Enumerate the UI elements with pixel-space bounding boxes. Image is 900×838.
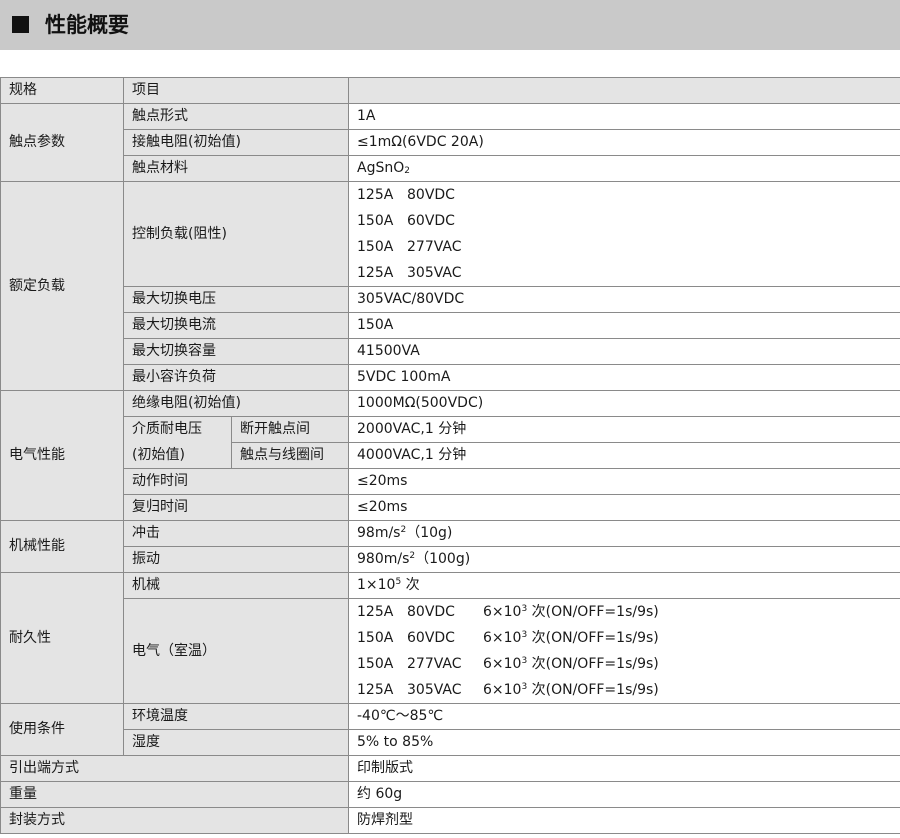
group-contact: 触点参数 xyxy=(0,103,124,182)
table-row: 额定负载 控制负载(阻性) 125A 80VDC 150A 60VDC 150A 27… xyxy=(0,181,900,391)
row-sublabel: 触点与线圈间 xyxy=(231,442,349,469)
row-label: 湿度 xyxy=(123,729,349,756)
row-value: 305VAC/80VDC xyxy=(348,286,900,313)
row-value: 4000VAC,1 分钟 xyxy=(348,442,900,469)
row-value: 5VDC 100mA xyxy=(348,364,900,391)
row-value: 980m/s2（100g) xyxy=(348,546,900,573)
table-row: 使用条件 环境温度 -40℃～85℃ xyxy=(0,703,900,756)
row-label: 复归时间 xyxy=(123,494,349,521)
group-rated-load: 额定负载 xyxy=(0,181,124,391)
table-row: 振动 980m/s2（100g) xyxy=(1,546,900,573)
row-value: 1000MΩ(500VDC) xyxy=(348,390,900,417)
row-label: 冲击 xyxy=(123,520,349,547)
row-value: 2000VAC,1 分钟 xyxy=(348,416,900,443)
row-label: 封装方式 xyxy=(0,807,349,834)
row-label: 最大切换电压 xyxy=(123,286,349,313)
row-value: 防焊剂型 xyxy=(348,807,900,834)
row-value: 约 60g xyxy=(348,781,900,808)
row-value: 1×105 次 xyxy=(348,572,900,599)
row-label: 机械 xyxy=(123,572,349,599)
table-row: 介质耐电压 断开触点间 2000VAC,1 分钟 xyxy=(1,416,900,443)
row-label: 环境温度 xyxy=(123,703,349,730)
row-label: 最小容许负荷 xyxy=(123,364,349,391)
group-conditions: 使用条件 xyxy=(0,703,124,756)
table-row: 电气性能 绝缘电阻(初始值) 1000MΩ(500VDC) xyxy=(0,390,900,521)
row-label: 电气（室温） xyxy=(123,598,349,704)
row-label: 最大切换电流 xyxy=(123,312,349,339)
value-line: 125A 305VAC xyxy=(357,265,462,281)
row-value: ≤1mΩ(6VDC 20A) xyxy=(348,129,900,156)
row-label: 触点材料 xyxy=(123,155,349,182)
table-row: 最大切换容量 41500VA xyxy=(1,338,900,365)
table-row: 重量 约 60g xyxy=(0,781,900,808)
row-label: 控制负载(阻性) xyxy=(123,181,349,287)
performance-spec-table: 规格 项目 触点参数 触点形式 1A 接触电阻(初始值) ≤1mΩ(6VDC 2… xyxy=(0,77,900,834)
table-row: 触点参数 触点形式 1A xyxy=(0,103,900,182)
section-header: 性能概要 xyxy=(0,0,900,50)
row-value: 41500VA xyxy=(348,338,900,365)
value-line: 125A 80VDC xyxy=(357,187,455,203)
group-mechanical: 机械性能 xyxy=(0,520,124,573)
group-durability: 耐久性 xyxy=(0,572,124,704)
row-value-multiline: 125A 80VDC 150A 60VDC 150A 277VAC 125A 305VA… xyxy=(348,181,900,287)
value-line: 150A 60VDC xyxy=(357,213,455,229)
row-label: 重量 xyxy=(0,781,349,808)
row-value: 150A xyxy=(348,312,900,339)
table-row: 最小容许负荷 5VDC 100mA xyxy=(1,364,900,391)
section-title: 性能概要 xyxy=(45,13,129,37)
row-value: 5% to 85% xyxy=(348,729,900,756)
header-spec: 规格 xyxy=(0,77,124,104)
header-value xyxy=(348,77,900,104)
table-row: 接触电阻(初始值) ≤1mΩ(6VDC 20A) xyxy=(1,129,900,156)
table-row: (初始值) 触点与线圈间 4000VAC,1 分钟 xyxy=(1,442,900,469)
table-header-row: 规格 项目 xyxy=(0,77,900,104)
value-main: AgSnO xyxy=(357,160,405,176)
value-line: 125A 305VAC 6×103 次(ON/OFF=1s/9s) xyxy=(357,682,659,698)
table-row: 最大切换电压 305VAC/80VDC xyxy=(1,286,900,313)
group-electrical: 电气性能 xyxy=(0,390,124,521)
table-row: 复归时间 ≤20ms xyxy=(1,494,900,521)
row-label: 绝缘电阻(初始值) xyxy=(123,390,349,417)
row-value: AgSnO2 xyxy=(348,155,900,182)
row-sublabel: 断开触点间 xyxy=(231,416,349,443)
row-label: 触点形式 xyxy=(123,103,349,130)
table-row: 触点材料 AgSnO2 xyxy=(1,155,900,182)
value-line: 150A 277VAC 6×103 次(ON/OFF=1s/9s) xyxy=(357,656,659,672)
row-value: 印制版式 xyxy=(348,755,900,782)
table-row: 湿度 5% to 85% xyxy=(1,729,900,756)
row-value: 98m/s2（10g) xyxy=(348,520,900,547)
value-subscript: 2 xyxy=(404,166,410,176)
row-label: 介质耐电压 xyxy=(123,416,232,443)
row-label: (初始值) xyxy=(123,442,232,469)
table-row: 电气（室温） 125A 80VDC 6×103 次(ON/OFF=1s/9s) 15… xyxy=(1,598,900,704)
row-label: 接触电阻(初始值) xyxy=(123,129,349,156)
row-value-multiline: 125A 80VDC 6×103 次(ON/OFF=1s/9s) 150A 60VDC… xyxy=(348,598,900,704)
row-label: 动作时间 xyxy=(123,468,349,495)
table-row: 引出端方式 印制版式 xyxy=(0,755,900,782)
row-label: 引出端方式 xyxy=(0,755,349,782)
row-label: 振动 xyxy=(123,546,349,573)
header-item: 项目 xyxy=(123,77,349,104)
table-row: 最大切换电流 150A xyxy=(1,312,900,339)
row-value: 1A xyxy=(348,103,900,130)
row-value: ≤20ms xyxy=(348,468,900,495)
table-row: 封装方式 防焊剂型 xyxy=(0,807,900,834)
square-bullet-icon xyxy=(12,16,29,33)
row-value: ≤20ms xyxy=(348,494,900,521)
row-label: 最大切换容量 xyxy=(123,338,349,365)
value-line: 150A 277VAC xyxy=(357,239,462,255)
table-row: 机械性能 冲击 98m/s2（10g) xyxy=(0,520,900,573)
table-row: 动作时间 ≤20ms xyxy=(1,468,900,495)
value-line: 150A 60VDC 6×103 次(ON/OFF=1s/9s) xyxy=(357,630,659,646)
table-row: 耐久性 机械 1×105 次 xyxy=(0,572,900,704)
row-value: -40℃～85℃ xyxy=(348,703,900,730)
value-line: 125A 80VDC 6×103 次(ON/OFF=1s/9s) xyxy=(357,604,659,620)
